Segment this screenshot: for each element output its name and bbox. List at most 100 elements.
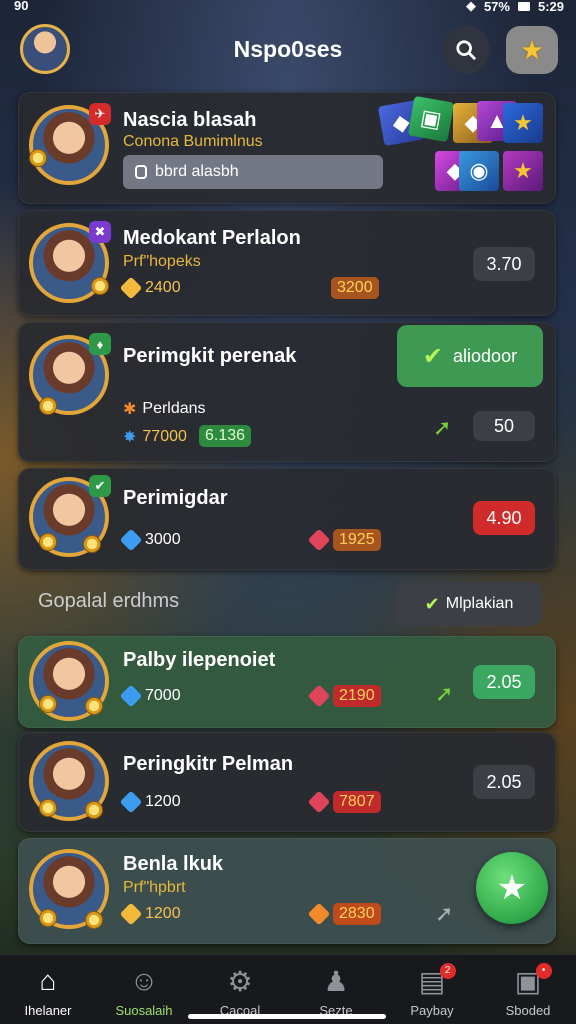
profile-avatar: ✈ bbox=[29, 103, 111, 185]
badge-icon: ♦ bbox=[89, 333, 111, 355]
home-indicator[interactable] bbox=[188, 1014, 386, 1019]
stat-secondary-value: 2830 bbox=[333, 903, 381, 925]
gem-tile-blue-2[interactable]: ◉ bbox=[459, 151, 499, 191]
stat-secondary-value: 2190 bbox=[333, 685, 381, 707]
profile-card[interactable]: ✈ Nascia blasah Conona Bumimlnus bbrd al… bbox=[18, 92, 556, 204]
check-icon: ✔ bbox=[422, 342, 444, 370]
stat-secondary: 3200 bbox=[331, 277, 379, 299]
price-button[interactable]: 50 bbox=[473, 411, 535, 441]
coin-icon bbox=[39, 397, 57, 415]
badge-icon: ✔ bbox=[89, 475, 111, 497]
player-avatar bbox=[29, 741, 109, 821]
blue-gem-icon bbox=[119, 790, 143, 814]
coin-icon bbox=[29, 149, 47, 167]
notification-badge: • bbox=[535, 963, 552, 979]
profile-input-value: bbrd alasbh bbox=[155, 163, 239, 180]
status-time: 5:29 bbox=[537, 0, 564, 14]
status-left: 90 bbox=[14, 0, 29, 13]
stat-primary: 3000 bbox=[119, 528, 181, 552]
stat-primary: 2400 bbox=[119, 276, 181, 300]
player-avatar: ✔ bbox=[29, 475, 111, 557]
player-avatar bbox=[29, 641, 109, 721]
people-icon: ♟ bbox=[323, 966, 349, 997]
stat-primary-value: 2400 bbox=[145, 279, 181, 296]
favorites-button[interactable]: ★ bbox=[506, 26, 558, 74]
home-icon: ⌂ bbox=[39, 965, 57, 996]
group-icon: ☺ bbox=[129, 965, 159, 996]
player-subtitle: Prf"hpbrt bbox=[123, 879, 186, 896]
list-item[interactable]: ✔ Perimigdar 3000 1925 4.90 bbox=[18, 468, 556, 570]
player-name: Perimgkit perenak bbox=[123, 345, 297, 367]
approve-button[interactable]: ✔ aliodoor bbox=[397, 325, 543, 387]
profile-name: Nascia blasah bbox=[123, 109, 257, 131]
section-title: Gopalal erdhms bbox=[38, 590, 180, 612]
search-button[interactable] bbox=[442, 26, 490, 74]
coin-icon bbox=[39, 909, 57, 927]
nav-label: Suosalaih bbox=[115, 1003, 173, 1018]
check-icon: ✔ bbox=[424, 593, 440, 614]
player-name: Benla lkuk bbox=[123, 853, 224, 875]
coin-icon bbox=[39, 533, 57, 551]
stat-primary-value: 1200 bbox=[145, 905, 181, 922]
star-icon: ★ bbox=[496, 869, 528, 907]
player-avatar: ✖ bbox=[29, 221, 111, 303]
stat-primary-value: 3000 bbox=[145, 531, 181, 548]
profile-input[interactable]: bbrd alasbh bbox=[123, 155, 383, 189]
nav-item-pay[interactable]: ▤ 2 Paybay bbox=[384, 955, 480, 1024]
gem-tile-star-purple[interactable]: ★ bbox=[503, 151, 543, 191]
notification-badge: 2 bbox=[439, 963, 456, 979]
nav-label: Sboded bbox=[505, 1003, 551, 1018]
stat-secondary: 7807 bbox=[307, 790, 381, 814]
player-name: Perimigdar bbox=[123, 487, 228, 509]
blue-gem-icon bbox=[119, 528, 143, 552]
app-header: Nspo0ses ★ bbox=[0, 18, 576, 82]
gem-tile-green[interactable]: ▣ bbox=[407, 95, 455, 143]
badge-icon: ✖ bbox=[89, 221, 111, 243]
nav-item-social[interactable]: ☺ Suosalaih bbox=[96, 955, 192, 1024]
coin-icon bbox=[85, 697, 103, 715]
coin-icon bbox=[39, 799, 57, 817]
nav-item-gift[interactable]: ▣ • Sboded bbox=[480, 955, 576, 1024]
price-button[interactable]: 3.70 bbox=[473, 247, 535, 281]
gold-gem-icon bbox=[119, 902, 143, 926]
spark-icon: ✱ bbox=[123, 401, 137, 418]
section-action-label: Mlplakian bbox=[445, 595, 514, 612]
star-icon: ★ bbox=[520, 34, 544, 65]
stat-primary-value: 77000 bbox=[142, 428, 187, 445]
coin-icon bbox=[85, 911, 103, 929]
coin-icon bbox=[39, 695, 57, 713]
list-item[interactable]: Peringkitr Pelman 1200 7807 2.05 bbox=[18, 732, 556, 832]
price-button[interactable]: 2.05 bbox=[473, 765, 535, 799]
player-subtitle-text: Perldans bbox=[142, 400, 206, 417]
avatar[interactable] bbox=[20, 24, 70, 74]
player-avatar: ♦ bbox=[29, 333, 111, 415]
page-title: Nspo0ses bbox=[233, 36, 343, 62]
player-subtitle: Prf"hopeks bbox=[123, 253, 201, 270]
profile-subtitle: Conona Bumimlnus bbox=[123, 133, 263, 150]
list-item[interactable]: Palby ilepenoiet 7000 2190 ➚ 2.05 bbox=[18, 636, 556, 728]
approve-button-label: aliodoor bbox=[453, 345, 518, 366]
stat-primary: 7000 bbox=[119, 684, 181, 708]
star-blue-icon: ✸ bbox=[123, 429, 137, 446]
nav-item-home[interactable]: ⌂ Ihelaner bbox=[0, 955, 96, 1024]
stat-secondary: 2190 bbox=[307, 684, 381, 708]
stat-primary: ✸ 77000 bbox=[123, 427, 187, 447]
gem-tile-star-blue[interactable]: ★ bbox=[503, 103, 543, 143]
nav-label: Paybay bbox=[410, 1003, 454, 1018]
favorite-fab-button[interactable]: ★ bbox=[476, 852, 548, 924]
section-action-button[interactable]: ✔ Mlplakian bbox=[396, 582, 542, 626]
profile-badge-icon: ✈ bbox=[89, 103, 111, 125]
list-item[interactable]: ✖ Medokant Perlalon Prf"hopeks 2400 3200… bbox=[18, 210, 556, 316]
battery-icon bbox=[517, 1, 530, 11]
price-button[interactable]: 4.90 bbox=[473, 501, 535, 535]
search-icon bbox=[456, 40, 477, 61]
stat-secondary: 6.136 bbox=[199, 425, 252, 447]
red-gem-icon bbox=[307, 528, 331, 552]
list-item[interactable]: ♦ Perimgkit perenak ✔ aliodoor ✱ Perldan… bbox=[18, 322, 556, 462]
stat-secondary: 2830 bbox=[307, 902, 381, 926]
price-button[interactable]: 2.05 bbox=[473, 665, 535, 699]
stat-secondary-value: 1925 bbox=[333, 529, 381, 551]
player-avatar bbox=[29, 849, 109, 929]
coin-icon bbox=[83, 535, 101, 553]
stat-primary: 1200 bbox=[119, 790, 181, 814]
